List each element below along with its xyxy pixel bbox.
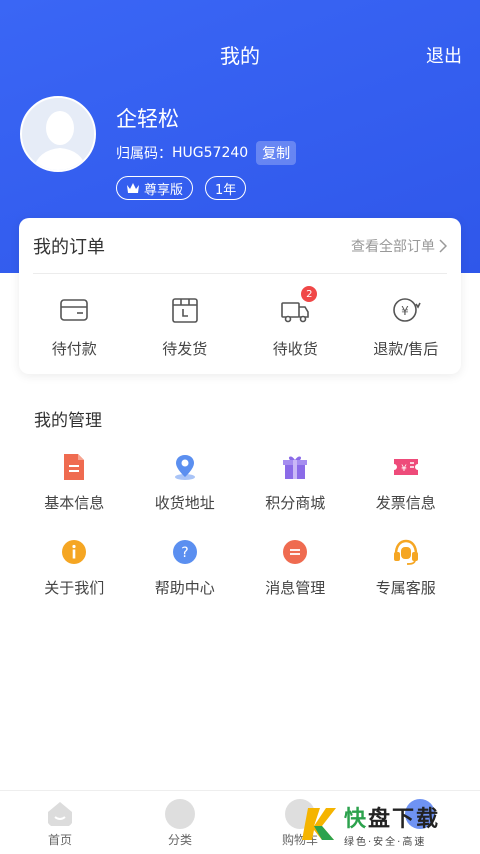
ref-code-label: 归属码： [116,146,172,162]
crown-icon [127,183,139,193]
order-status-list: 待付款 待发货 2 待收货 ¥ 退款/售后 [19,286,462,359]
watermark-title: 快盘下载 [344,806,441,832]
order-item-label: 待付款 [51,340,97,358]
management-grid: 基本信息 收货地址 积分商城 ¥ 发票信息 关于我们 ? 帮助中心 消息管理 专… [19,452,461,598]
order-card-title: 我的订单 [33,236,105,258]
tab-label: 分类 [167,833,192,847]
invoice-info-item[interactable]: ¥ 发票信息 [351,452,462,513]
logout-button[interactable]: 退出 [426,42,462,68]
tab-label: 首页 [47,833,72,847]
chevron-right-icon [439,238,447,253]
message-manage-item[interactable]: 消息管理 [240,537,351,598]
order-item-label: 退款/售后 [373,340,439,358]
help-center-item[interactable]: ? 帮助中心 [130,537,241,598]
message-icon [283,540,308,564]
order-item-label: 待发货 [162,340,208,358]
grid-item-label: 消息管理 [265,579,326,597]
tab-category[interactable]: 分类 [120,791,240,854]
grid-item-label: 积分商城 [265,494,326,512]
tab-home[interactable]: 首页 [0,791,120,854]
vip-badge: 尊享版 [116,176,194,200]
order-pending-shipment[interactable]: 待发货 [130,294,241,359]
order-item-label: 待收货 [272,340,318,358]
user-name: 企轻松 [116,107,179,131]
question-icon: ? [172,540,197,564]
copy-button[interactable]: 复制 [256,141,297,165]
svg-text:?: ? [181,545,188,561]
view-all-orders-label: 查看全部订单 [351,238,435,255]
term-badge: 1年 [205,176,247,200]
info-icon [62,540,87,564]
refund-icon: ¥ [392,298,421,322]
term-badge-label: 1年 [215,182,237,198]
address-item[interactable]: 收货地址 [130,452,241,513]
svg-text:¥: ¥ [401,304,409,318]
ref-code-value: HUG57240 [172,145,249,161]
avatar[interactable] [20,96,96,172]
order-pending-receipt[interactable]: 2 待收货 [240,286,351,359]
vip-badge-label: 尊享版 [144,182,184,198]
location-icon [174,455,195,480]
about-us-item[interactable]: 关于我们 [19,537,130,598]
order-pending-payment[interactable]: 待付款 [19,294,130,359]
headset-icon [393,539,418,565]
watermark-tagline: 绿色·安全·高速 [344,836,427,848]
membership-badges: 尊享版 1年 [116,176,247,200]
grid-item-label: 收货地址 [154,494,215,512]
order-card: 我的订单 查看全部订单 待付款 待发货 2 待收货 ¥ 退款/售后 [19,218,461,374]
pending-receipt-badge: 2 [301,286,318,302]
view-all-orders-link[interactable]: 查看全部订单 [351,236,447,256]
customer-service-item[interactable]: 专属客服 [351,537,462,598]
category-icon [165,799,195,829]
basic-info-item[interactable]: 基本信息 [19,452,130,513]
ticket-icon: ¥ [393,459,418,475]
gift-icon [283,456,308,479]
order-refund-aftersale[interactable]: ¥ 退款/售后 [351,294,462,359]
watermark-logo-icon [302,808,336,840]
home-icon [48,802,72,826]
wallet-icon [60,299,89,321]
grid-item-label: 基本信息 [44,494,105,512]
document-icon [64,454,85,480]
grid-item-label: 帮助中心 [154,579,215,597]
management-section-title: 我的管理 [34,411,102,431]
ref-code-row: 归属码： HUG57240 复制 [116,141,297,165]
site-watermark: 快盘下载 绿色·安全·高速 [300,800,478,848]
grid-item-label: 专属客服 [375,579,436,597]
order-card-header: 我的订单 查看全部订单 [33,218,447,274]
grid-item-label: 关于我们 [44,579,105,597]
page-title: 我的 [220,44,260,68]
package-icon [171,298,198,323]
grid-item-label: 发票信息 [375,494,436,512]
svg-text:¥: ¥ [401,464,407,474]
points-mall-item[interactable]: 积分商城 [240,452,351,513]
